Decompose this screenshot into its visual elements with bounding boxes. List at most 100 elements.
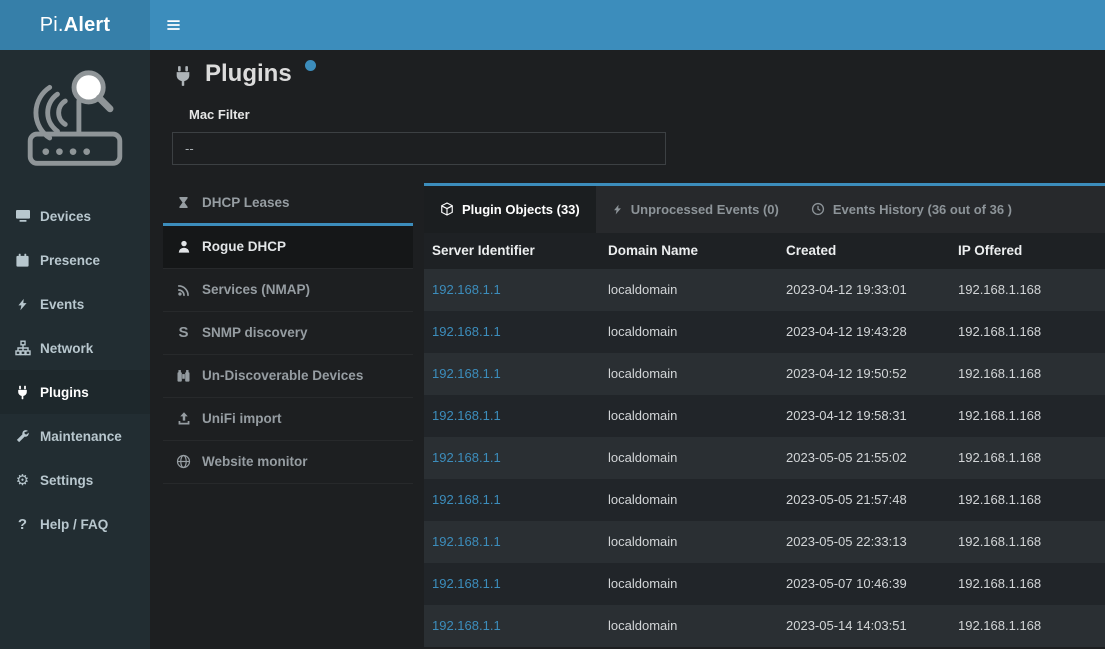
ip-offered-cell: 192.168.1.168 (950, 521, 1105, 563)
mac-filter-input[interactable] (172, 132, 666, 165)
column-header-domain-name[interactable]: Domain Name (600, 233, 778, 269)
sidebar-item-presence[interactable]: Presence (0, 238, 150, 282)
calendar-icon (14, 253, 31, 268)
tab-bar: Plugin Objects (33) Unprocessed Events (… (424, 186, 1105, 233)
table-row: 192.168.1.1 localdomain 2023-05-05 22:33… (424, 521, 1105, 563)
plugin-nav: DHCP Leases Rogue DHCP Services (NMAP) S… (163, 183, 413, 484)
created-cell: 2023-05-05 21:55:02 (778, 437, 950, 479)
sidebar-item-plugins[interactable]: Plugins (0, 370, 150, 414)
ip-offered-cell: 192.168.1.168 (950, 563, 1105, 605)
server-identifier-link[interactable]: 192.168.1.1 (424, 563, 600, 605)
created-cell: 2023-04-12 19:33:01 (778, 269, 950, 311)
table-row: 192.168.1.1 localdomain 2023-05-14 14:03… (424, 605, 1105, 647)
created-cell: 2023-04-12 19:58:31 (778, 395, 950, 437)
question-icon: ? (14, 517, 31, 532)
page-title: Plugins (205, 60, 292, 89)
plugin-nav-label: Services (NMAP) (202, 282, 310, 297)
tab-label: Plugin Objects (33) (462, 202, 580, 217)
brand-text-pre: Pi. (40, 14, 64, 37)
domain-name-cell: localdomain (600, 605, 778, 647)
plug-icon (172, 65, 194, 87)
binoculars-icon (175, 368, 192, 383)
table-row: 192.168.1.1 localdomain 2023-04-12 19:43… (424, 311, 1105, 353)
domain-name-cell: localdomain (600, 395, 778, 437)
ip-offered-cell: 192.168.1.168 (950, 479, 1105, 521)
created-cell: 2023-05-05 21:57:48 (778, 479, 950, 521)
column-header-created[interactable]: Created (778, 233, 950, 269)
sidebar-item-network[interactable]: Network (0, 326, 150, 370)
plugin-nav-item-rogue-dhcp[interactable]: Rogue DHCP (163, 226, 413, 269)
server-identifier-link[interactable]: 192.168.1.1 (424, 605, 600, 647)
user-secret-icon (175, 239, 192, 254)
created-cell: 2023-05-07 10:46:39 (778, 563, 950, 605)
ip-offered-cell: 192.168.1.168 (950, 437, 1105, 479)
tab-label: Events History (36 out of 36 ) (833, 202, 1012, 217)
main-content: Plugins Mac Filter DHCP Leases Rogue DHC… (150, 50, 1105, 649)
domain-name-cell: localdomain (600, 311, 778, 353)
sidebar-item-settings[interactable]: ⚙ Settings (0, 458, 150, 502)
snmp-s-icon: S (175, 325, 192, 340)
network-icon (14, 340, 31, 356)
table-row: 192.168.1.1 localdomain 2023-05-05 21:55… (424, 437, 1105, 479)
plugin-nav-item-snmp-discovery[interactable]: S SNMP discovery (163, 312, 413, 355)
table-row: 192.168.1.1 localdomain 2023-05-05 21:57… (424, 479, 1105, 521)
plugin-nav-label: Un-Discoverable Devices (202, 368, 363, 383)
server-identifier-link[interactable]: 192.168.1.1 (424, 353, 600, 395)
sidebar-item-label: Maintenance (40, 429, 122, 444)
cube-icon (440, 202, 454, 216)
plugin-nav-label: DHCP Leases (202, 195, 290, 210)
table-row: 192.168.1.1 localdomain 2023-04-12 19:50… (424, 353, 1105, 395)
upload-icon (175, 411, 192, 426)
wrench-icon (14, 429, 31, 444)
plugin-nav-item-website-monitor[interactable]: Website monitor (163, 441, 413, 484)
brand-logo[interactable]: Pi.Alert (0, 0, 150, 50)
sidebar-item-help-faq[interactable]: ? Help / FAQ (0, 502, 150, 546)
server-identifier-link[interactable]: 192.168.1.1 (424, 395, 600, 437)
page-header: Plugins (163, 60, 1105, 89)
sidebar-item-label: Help / FAQ (40, 517, 108, 532)
gear-icon: ⚙ (14, 473, 31, 488)
plugin-objects-table: Server Identifier Domain Name Created IP… (424, 233, 1105, 647)
plugin-nav-item-undiscoverable-devices[interactable]: Un-Discoverable Devices (163, 355, 413, 398)
server-identifier-link[interactable]: 192.168.1.1 (424, 437, 600, 479)
plugin-nav-item-unifi-import[interactable]: UniFi import (163, 398, 413, 441)
tab-panel: Plugin Objects (33) Unprocessed Events (… (424, 183, 1105, 647)
info-badge[interactable] (305, 60, 316, 71)
plug-icon (14, 385, 31, 400)
server-identifier-link[interactable]: 192.168.1.1 (424, 269, 600, 311)
sidebar-nav: Devices Presence Events Network Plugins … (0, 194, 150, 546)
server-identifier-link[interactable]: 192.168.1.1 (424, 311, 600, 353)
table-row: 192.168.1.1 localdomain 2023-05-07 10:46… (424, 563, 1105, 605)
column-header-ip-offered[interactable]: IP Offered (950, 233, 1105, 269)
clock-icon (811, 202, 825, 216)
monitor-icon (14, 208, 31, 224)
server-identifier-link[interactable]: 192.168.1.1 (424, 521, 600, 563)
plugin-nav-label: Rogue DHCP (202, 239, 286, 254)
created-cell: 2023-04-12 19:50:52 (778, 353, 950, 395)
server-identifier-link[interactable]: 192.168.1.1 (424, 479, 600, 521)
sidebar-item-label: Settings (40, 473, 93, 488)
domain-name-cell: localdomain (600, 563, 778, 605)
column-header-server-identifier[interactable]: Server Identifier (424, 233, 600, 269)
created-cell: 2023-05-05 22:33:13 (778, 521, 950, 563)
hamburger-menu-icon[interactable] (150, 0, 196, 50)
domain-name-cell: localdomain (600, 479, 778, 521)
sidebar-item-events[interactable]: Events (0, 282, 150, 326)
ip-offered-cell: 192.168.1.168 (950, 353, 1105, 395)
top-bar: Pi.Alert (0, 0, 1105, 50)
sidebar-item-devices[interactable]: Devices (0, 194, 150, 238)
globe-icon (175, 454, 192, 469)
signal-icon (175, 283, 192, 297)
plugin-nav-item-services-nmap[interactable]: Services (NMAP) (163, 269, 413, 312)
sidebar-item-maintenance[interactable]: Maintenance (0, 414, 150, 458)
tab-events-history[interactable]: Events History (36 out of 36 ) (795, 186, 1028, 233)
ip-offered-cell: 192.168.1.168 (950, 269, 1105, 311)
plugin-nav-item-dhcp-leases[interactable]: DHCP Leases (163, 183, 413, 226)
hourglass-icon (175, 195, 192, 210)
ip-offered-cell: 192.168.1.168 (950, 311, 1105, 353)
sidebar-item-label: Devices (40, 209, 91, 224)
app-logo-image (0, 50, 150, 186)
tab-plugin-objects[interactable]: Plugin Objects (33) (424, 186, 596, 233)
mac-filter-label: Mac Filter (189, 107, 1105, 122)
tab-unprocessed-events[interactable]: Unprocessed Events (0) (596, 186, 795, 233)
